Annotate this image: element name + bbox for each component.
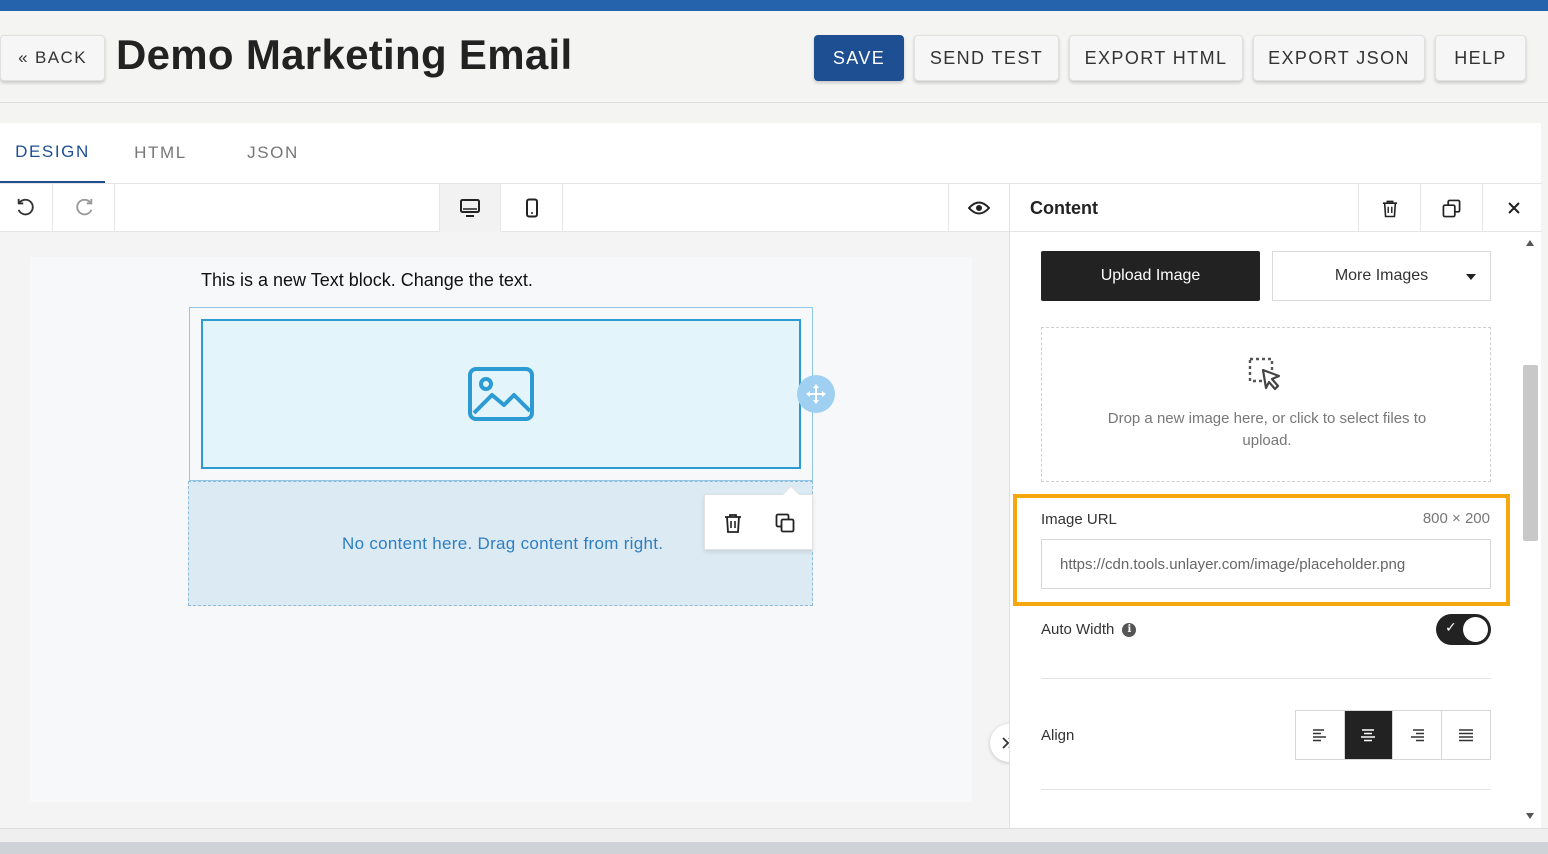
preview-button[interactable]	[948, 184, 1009, 232]
desktop-icon	[460, 199, 480, 217]
align-center-icon	[1361, 729, 1376, 742]
export-json-button[interactable]: EXPORT JSON	[1253, 35, 1425, 81]
editor-tabs: DESIGN HTML JSON	[0, 123, 1541, 183]
divider	[1041, 678, 1491, 679]
align-left-icon	[1312, 729, 1326, 742]
info-icon[interactable]: i	[1122, 622, 1137, 637]
delete-block-button[interactable]	[719, 509, 747, 537]
send-test-button[interactable]: SEND TEST	[914, 35, 1059, 81]
align-left-button[interactable]	[1296, 711, 1345, 759]
align-label: Align	[1041, 727, 1075, 744]
redo-button[interactable]	[53, 184, 115, 232]
undo-icon	[17, 198, 34, 216]
mobile-icon	[525, 198, 538, 218]
toggle-knob	[1463, 617, 1488, 642]
text-block[interactable]: This is a new Text block. Change the tex…	[201, 270, 533, 291]
duplicate-icon	[775, 513, 795, 533]
tab-json[interactable]: JSON	[233, 123, 313, 183]
panel-delete-button[interactable]	[1358, 184, 1420, 232]
duplicate-block-button[interactable]	[771, 509, 799, 537]
panel-header: Content	[1010, 183, 1542, 232]
auto-width-label: Auto Width	[1041, 621, 1115, 638]
scroll-up-icon[interactable]	[1526, 240, 1534, 246]
panel-close-button[interactable]	[1482, 184, 1544, 232]
image-block[interactable]	[201, 319, 801, 469]
editor-toolbar	[0, 183, 1009, 232]
top-accent-bar	[0, 0, 1548, 11]
empty-row-text: No content here. Drag content from right…	[342, 534, 664, 553]
undo-button[interactable]	[0, 184, 53, 232]
check-icon: ✓	[1445, 620, 1457, 636]
os-taskbar	[0, 842, 1548, 854]
align-justify-icon	[1458, 729, 1473, 742]
close-icon	[1507, 202, 1520, 214]
auto-width-label-group: Auto Width i	[1041, 621, 1137, 638]
dropzone-text: Drop a new image here, or click to selec…	[1107, 410, 1427, 449]
mobile-view-button[interactable]	[501, 184, 563, 232]
align-right-icon	[1410, 729, 1424, 742]
panel-duplicate-button[interactable]	[1420, 184, 1482, 232]
caret-down-icon	[1466, 274, 1476, 280]
tab-html[interactable]: HTML	[118, 123, 203, 183]
image-url-highlight	[1013, 494, 1510, 606]
align-justify-button[interactable]	[1441, 711, 1490, 759]
align-center-button[interactable]	[1344, 711, 1393, 759]
eye-icon	[968, 201, 990, 215]
drop-select-icon	[1248, 357, 1281, 391]
align-button-group	[1295, 710, 1491, 760]
image-dropzone[interactable]: Drop a new image here, or click to selec…	[1041, 327, 1491, 482]
upload-image-button[interactable]: Upload Image	[1041, 251, 1260, 301]
more-images-label: More Images	[1334, 267, 1429, 284]
block-actions	[704, 485, 813, 550]
redo-icon	[75, 198, 92, 216]
header: « BACK Demo Marketing Email SAVE SEND TE…	[0, 11, 1548, 103]
back-button[interactable]: « BACK	[0, 35, 105, 81]
help-button[interactable]: HELP	[1435, 35, 1526, 81]
trash-icon	[1382, 200, 1397, 217]
export-html-button[interactable]: EXPORT HTML	[1069, 35, 1243, 81]
page-title: Demo Marketing Email	[116, 31, 573, 78]
desktop-view-button[interactable]	[439, 184, 501, 232]
move-handle[interactable]	[797, 375, 835, 413]
trash-icon	[725, 514, 741, 533]
move-icon	[806, 384, 826, 404]
image-icon	[468, 367, 534, 421]
save-button[interactable]: SAVE	[814, 35, 904, 81]
auto-width-toggle[interactable]: ✓	[1436, 614, 1491, 645]
scroll-down-icon[interactable]	[1526, 813, 1534, 819]
tab-design[interactable]: DESIGN	[0, 123, 105, 183]
scrollbar-thumb[interactable]	[1523, 365, 1538, 541]
align-right-button[interactable]	[1393, 711, 1442, 759]
duplicate-icon	[1442, 199, 1461, 217]
panel-title: Content	[1030, 198, 1098, 218]
more-images-dropdown[interactable]: More Images	[1272, 251, 1491, 301]
divider	[1041, 789, 1491, 790]
